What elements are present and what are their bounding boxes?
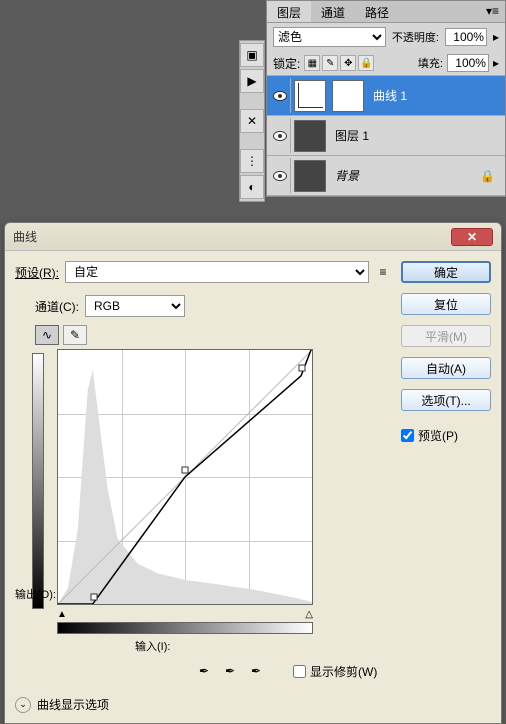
output-label: 输出(O): — [15, 586, 57, 602]
layers-panel: 图层 通道 路径 ▾≡ 滤色 不透明度: ▸ 锁定: ▦ ✎ ✥ 🔒 填充: ▸… — [266, 0, 506, 197]
smooth-button: 平滑(M) — [401, 325, 491, 347]
preview-label: 预览(P) — [418, 427, 458, 444]
curve-graph[interactable] — [57, 349, 313, 605]
layer-mask-thumb[interactable] — [332, 80, 364, 112]
lock-position-icon[interactable]: ✥ — [340, 55, 356, 71]
preset-label: 预设(R): — [15, 264, 59, 281]
visibility-eye-icon[interactable] — [273, 171, 287, 181]
reset-button[interactable]: 复位 — [401, 293, 491, 315]
eyedropper-white-icon[interactable]: ✒ — [247, 662, 265, 680]
actions-icon[interactable]: ▶ — [240, 69, 264, 93]
panel-menu-icon[interactable]: ▾≡ — [480, 1, 505, 22]
fill-label: 填充: — [418, 55, 443, 71]
visibility-eye-icon[interactable] — [273, 91, 287, 101]
channel-label: 通道(C): — [35, 298, 79, 315]
visibility-eye-icon[interactable] — [273, 131, 287, 141]
black-slider-icon[interactable]: ▲ — [57, 609, 67, 620]
fill-arrow-icon[interactable]: ▸ — [493, 56, 499, 70]
curve-point-tool[interactable]: ∿ — [35, 325, 59, 345]
opacity-input[interactable] — [445, 28, 487, 46]
ok-button[interactable]: 确定 — [401, 261, 491, 283]
layer-item-1[interactable]: 图层 1 — [267, 116, 505, 156]
layer-thumb-adjustment[interactable] — [294, 80, 326, 112]
display-options-label[interactable]: 曲线显示选项 — [37, 696, 109, 713]
curve-point[interactable] — [182, 467, 189, 474]
lock-label: 锁定: — [273, 55, 300, 72]
blend-mode-select[interactable]: 滤色 — [273, 27, 386, 47]
disclosure-icon[interactable]: ⌄ — [15, 697, 31, 713]
show-clipping-label: 显示修剪(W) — [310, 663, 377, 680]
tab-layers[interactable]: 图层 — [267, 1, 311, 22]
preset-select[interactable]: 自定 — [65, 261, 369, 283]
curve-pencil-tool[interactable]: ✎ — [63, 325, 87, 345]
close-button[interactable]: ✕ — [451, 228, 493, 246]
tab-channels[interactable]: 通道 — [311, 1, 355, 22]
tool-b-icon[interactable]: ⋮ — [240, 149, 264, 173]
layer-name[interactable]: 图层 1 — [335, 127, 369, 144]
curves-dialog: 曲线 ✕ 预设(R): 自定 ≡ 通道(C): RGB ∿ ✎ — [4, 222, 502, 724]
auto-button[interactable]: 自动(A) — [401, 357, 491, 379]
opacity-arrow-icon[interactable]: ▸ — [493, 30, 499, 44]
lock-icon: 🔒 — [480, 169, 495, 183]
channel-select[interactable]: RGB — [85, 295, 185, 317]
lock-transparent-icon[interactable]: ▦ — [304, 55, 320, 71]
curve-point[interactable] — [298, 365, 305, 372]
preset-menu-icon[interactable]: ≡ — [375, 264, 391, 280]
curve-point[interactable] — [90, 594, 97, 601]
tool-a-icon[interactable]: ✕ — [240, 109, 264, 133]
history-icon[interactable]: ▣ — [240, 43, 264, 67]
layer-thumb[interactable] — [294, 120, 326, 152]
show-clipping-checkbox[interactable] — [293, 665, 306, 678]
tool-c-icon[interactable]: ◐ — [240, 175, 264, 199]
dialog-title: 曲线 — [13, 228, 37, 245]
layer-thumb[interactable] — [294, 160, 326, 192]
white-slider-icon[interactable]: △ — [305, 609, 313, 620]
layer-item-curves[interactable]: 曲线 1 — [267, 76, 505, 116]
layer-item-background[interactable]: 背景 🔒 — [267, 156, 505, 196]
opacity-label: 不透明度: — [392, 29, 439, 45]
layer-name[interactable]: 曲线 1 — [373, 87, 407, 104]
curve-line — [58, 350, 312, 604]
fill-input[interactable] — [447, 54, 489, 72]
lock-all-icon[interactable]: 🔒 — [358, 55, 374, 71]
output-gradient — [32, 353, 44, 609]
tab-paths[interactable]: 路径 — [355, 1, 399, 22]
options-button[interactable]: 选项(T)... — [401, 389, 491, 411]
lock-pixels-icon[interactable]: ✎ — [322, 55, 338, 71]
preview-checkbox[interactable] — [401, 429, 414, 442]
titlebar[interactable]: 曲线 ✕ — [5, 223, 501, 251]
input-label: 输入(I): — [135, 638, 391, 654]
layer-name[interactable]: 背景 — [335, 167, 359, 184]
input-gradient — [57, 622, 313, 634]
eyedropper-gray-icon[interactable]: ✒ — [221, 662, 239, 680]
eyedropper-black-icon[interactable]: ✒ — [195, 662, 213, 680]
